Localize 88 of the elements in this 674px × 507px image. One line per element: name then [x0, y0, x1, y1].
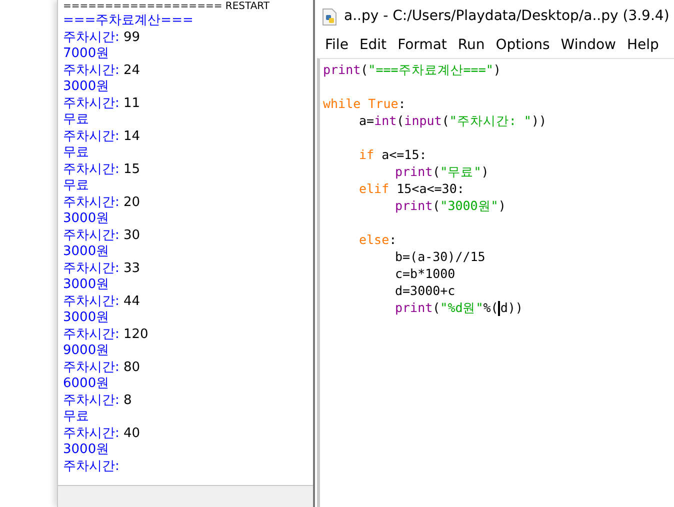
prompt-text: 주차시간:: [63, 260, 120, 276]
code-token: (: [432, 300, 440, 315]
input-text: 44: [124, 294, 140, 308]
menu-item[interactable]: Edit: [354, 35, 392, 56]
prompt-text: 주차시간:: [63, 128, 120, 144]
prompt-text: 주차시간:: [63, 326, 120, 342]
python-file-icon: [322, 8, 338, 26]
code-token: a=: [359, 113, 374, 128]
input-text: 33: [124, 260, 140, 276]
code-token: ): [498, 198, 506, 213]
code-token: ): [481, 164, 489, 179]
code-token: input: [404, 113, 442, 128]
output-text: 무료: [63, 178, 89, 193]
prompt-text: 주차시간:: [63, 294, 120, 308]
code-token: print: [323, 62, 361, 77]
output-text: 7000원: [63, 46, 110, 61]
code-token: d=3000+c: [395, 283, 456, 298]
code-token: :: [398, 96, 406, 111]
code-token: int: [374, 113, 397, 128]
code-token: ): [493, 62, 501, 77]
menu-item[interactable]: Options: [490, 35, 555, 56]
output-text: 무료: [63, 112, 89, 127]
input-text: 120: [124, 326, 148, 342]
input-text: 99: [124, 30, 140, 44]
input-text: 11: [124, 96, 140, 110]
code-token: "무료": [440, 164, 482, 179]
input-text: 80: [124, 360, 140, 374]
input-text: 14: [124, 128, 140, 144]
input-text: 40: [124, 426, 140, 440]
code-token: "===주차료계산===": [368, 62, 494, 77]
code-token: (: [432, 198, 440, 213]
prompt-text: 주차시간:: [63, 392, 120, 408]
output-text: 3000원: [63, 442, 110, 457]
output-text: 3000원: [63, 211, 110, 226]
prompt-text: 주차시간:: [63, 30, 120, 44]
input-text: 24: [124, 62, 140, 78]
code-token: (: [432, 164, 440, 179]
code-token: c=b*1000: [395, 266, 456, 281]
prompt-text: 주차시간:: [63, 228, 120, 242]
code-editor[interactable]: print("===주차료계산===") while True: a=int(input("주차시간: ")) if a<=15: print("무료") elif 15<a<=30: print("3000원") else: b=(a-30)//15 c=b*1000 d=3000+c print("%d원"%( d)): [317, 58, 674, 507]
prompt-text: 주차시간:: [63, 426, 120, 440]
code-token: d)): [500, 300, 523, 315]
input-text: 15: [124, 162, 140, 176]
code-token: :: [389, 232, 397, 247]
code-token: else: [359, 232, 390, 247]
output-text: 9000원: [63, 343, 110, 358]
prompt-text: 주차시간:: [63, 194, 120, 210]
code-token: b=(a-30)//15: [395, 249, 486, 264]
input-text: 30: [124, 228, 140, 242]
output-text: 6000원: [63, 376, 110, 391]
menu-item[interactable]: Window: [556, 35, 621, 56]
input-text: 20: [124, 194, 140, 210]
code-token: )): [531, 113, 547, 128]
output-text: 3000원: [63, 310, 110, 325]
menu-item[interactable]: Run: [452, 35, 490, 56]
menu-item[interactable]: File: [320, 35, 354, 56]
code-token: "%d원": [440, 300, 484, 315]
code-token: a<=15:: [380, 147, 427, 162]
output-text: 무료: [63, 409, 89, 424]
code-token: "3000원": [440, 198, 498, 213]
code-token: (: [360, 62, 368, 77]
output-text: 3000원: [63, 277, 110, 292]
code-token: %(: [483, 300, 498, 315]
code-token: (: [396, 113, 404, 128]
prompt-text: 주차시간:: [63, 360, 120, 374]
output-text: 3000원: [63, 244, 110, 259]
code-token: print: [395, 300, 433, 315]
window-title: a..py - C:/Users/Playdata/Desktop/a..py (3.9.4): [344, 7, 670, 26]
code-token: "주차시간: ": [449, 113, 532, 128]
output-text: 3000원: [63, 79, 110, 94]
prompt-text: 주차시간:: [63, 162, 120, 176]
code-token: (: [442, 113, 450, 128]
code-token: print: [395, 198, 433, 213]
menu-item[interactable]: Help: [622, 35, 664, 56]
output-text: ===주차료계산===: [63, 13, 194, 28]
prompt-text: 주차시간:: [63, 458, 120, 474]
prompt-text: 주차시간:: [63, 62, 120, 78]
code-token: elif: [359, 181, 390, 196]
text-cursor: [498, 301, 500, 316]
code-token: 15<a<=30:: [396, 181, 464, 196]
restart-line: =================== RESTART: [63, 0, 270, 13]
input-text: 8: [124, 392, 132, 408]
code-token: print: [395, 164, 433, 179]
code-token: if: [359, 147, 374, 162]
menu-item[interactable]: Format: [392, 35, 452, 56]
code-token: while True: [323, 96, 398, 111]
prompt-text: 주차시간:: [63, 96, 120, 110]
output-text: 무료: [63, 145, 89, 160]
